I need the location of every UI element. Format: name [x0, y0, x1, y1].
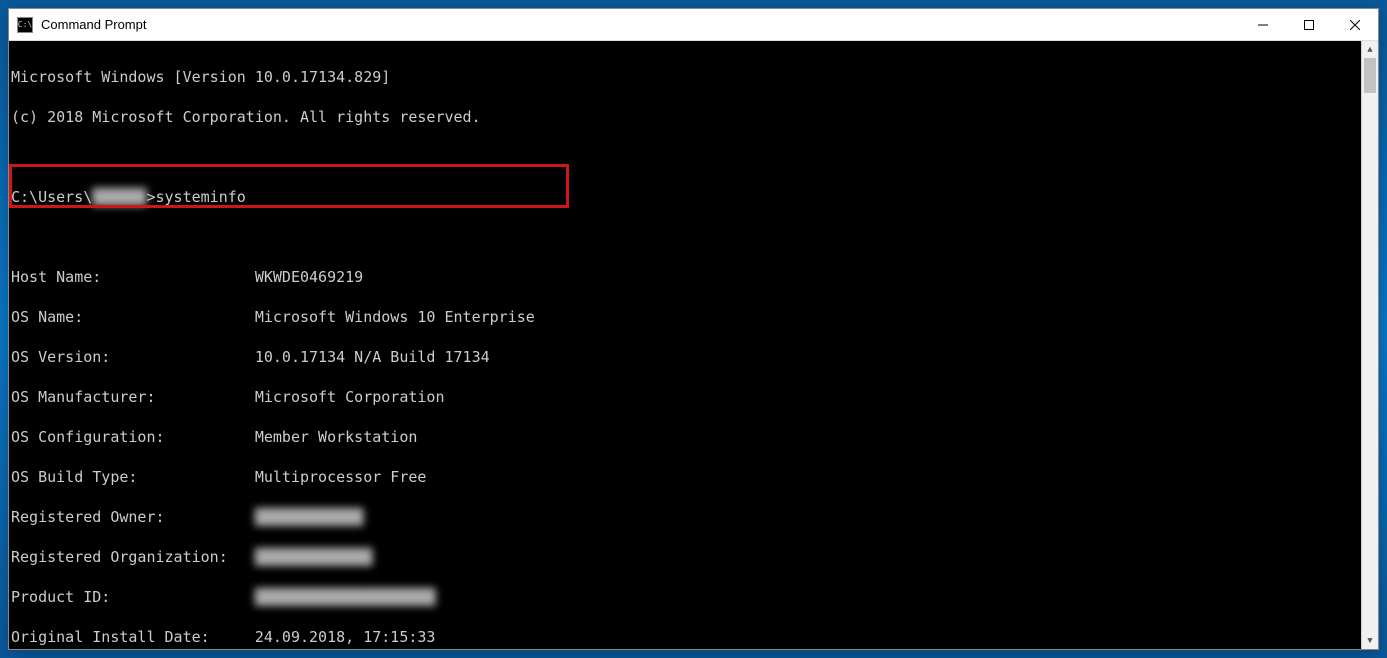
- window-title: Command Prompt: [41, 17, 1240, 32]
- kv-row: Host Name: WKWDE0469219: [11, 267, 1361, 287]
- kv-row: OS Name: Microsoft Windows 10 Enterprise: [11, 307, 1361, 327]
- kv-row: Original Install Date: 24.09.2018, 17:15…: [11, 627, 1361, 647]
- cmd-icon: C:\: [17, 17, 33, 33]
- kv-row: OS Configuration: Member Workstation: [11, 427, 1361, 447]
- blank-line: [11, 227, 1361, 247]
- maximize-button[interactable]: [1286, 9, 1332, 40]
- vertical-scrollbar[interactable]: ▲ ▼: [1361, 41, 1378, 649]
- redacted-value: █████████████: [255, 547, 372, 567]
- kv-row: OS Version: 10.0.17134 N/A Build 17134: [11, 347, 1361, 367]
- redacted-value: ████████████: [255, 507, 363, 527]
- kv-row: Product ID: ████████████████████: [11, 587, 1361, 607]
- window-controls: [1240, 9, 1378, 40]
- blank-line: [11, 147, 1361, 167]
- scroll-up-button[interactable]: ▲: [1362, 41, 1378, 58]
- kv-row: Registered Owner: ████████████: [11, 507, 1361, 527]
- cmd-window: C:\ Command Prompt Microsoft Windows [Ve…: [8, 8, 1379, 650]
- scroll-track[interactable]: [1362, 58, 1378, 632]
- titlebar[interactable]: C:\ Command Prompt: [9, 9, 1378, 41]
- scroll-down-button[interactable]: ▼: [1362, 632, 1378, 649]
- banner-line: Microsoft Windows [Version 10.0.17134.82…: [11, 67, 1361, 87]
- redacted-value: ████████████████████: [255, 587, 436, 607]
- kv-row: OS Manufacturer: Microsoft Corporation: [11, 387, 1361, 407]
- minimize-button[interactable]: [1240, 9, 1286, 40]
- scroll-thumb[interactable]: [1364, 58, 1376, 93]
- terminal-area: Microsoft Windows [Version 10.0.17134.82…: [9, 41, 1378, 649]
- kv-row: OS Build Type: Multiprocessor Free: [11, 467, 1361, 487]
- terminal-output[interactable]: Microsoft Windows [Version 10.0.17134.82…: [9, 41, 1361, 649]
- banner-line: (c) 2018 Microsoft Corporation. All righ…: [11, 107, 1361, 127]
- kv-row: Registered Organization: █████████████: [11, 547, 1361, 567]
- redacted-user: ██████: [92, 187, 146, 207]
- prompt-line: C:\Users\██████>systeminfo: [11, 187, 1361, 207]
- close-button[interactable]: [1332, 9, 1378, 40]
